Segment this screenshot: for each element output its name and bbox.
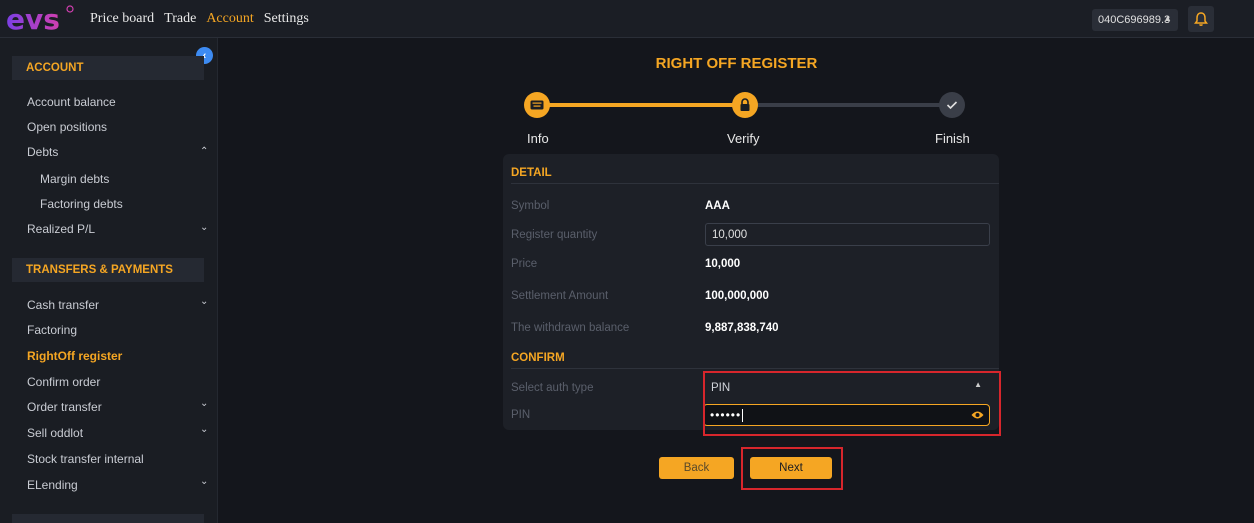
chevron-down-icon[interactable]: ⌄ xyxy=(200,424,208,435)
bell-icon xyxy=(1194,12,1208,26)
nav-settings[interactable]: Settings xyxy=(264,11,309,27)
chevron-down-icon[interactable]: ⌄ xyxy=(200,398,208,409)
sidebar-item-realized-pl[interactable]: Realized P/L xyxy=(27,221,95,237)
step-finish-marker xyxy=(939,92,965,118)
keyboard-icon xyxy=(530,100,544,110)
step-info-label: Info xyxy=(527,131,549,146)
sidebar-item-order-transfer[interactable]: Order transfer xyxy=(27,399,102,415)
settlement-amount-value: 100,000,000 xyxy=(705,290,769,302)
sidebar-item-stock-transfer-internal[interactable]: Stock transfer internal xyxy=(27,451,144,467)
step-verify-label: Verify xyxy=(727,131,760,146)
settlement-amount-label: Settlement Amount xyxy=(511,290,609,302)
sidebar-item-rightoff-register[interactable]: RightOff register xyxy=(27,348,122,364)
nav-trade[interactable]: Trade xyxy=(164,11,196,27)
nav-account[interactable]: Account xyxy=(206,11,253,27)
evs-logo[interactable]: evs xyxy=(4,4,76,34)
sidebar: ‹ ACCOUNT Account balance Open positions… xyxy=(0,38,218,523)
notification-button[interactable] xyxy=(1188,6,1214,32)
section-account: ACCOUNT xyxy=(12,56,204,80)
confirm-header: CONFIRM xyxy=(511,347,999,369)
step-verify-marker xyxy=(732,92,758,118)
sidebar-item-open-positions[interactable]: Open positions xyxy=(27,119,107,135)
section-transfers: TRANSFERS & PAYMENTS xyxy=(12,258,204,282)
account-select[interactable]: 040C696989.3 ▲ xyxy=(1092,9,1178,31)
check-icon xyxy=(946,101,958,110)
top-bar: evs Price board Trade Account Settings 0… xyxy=(0,0,1254,38)
sidebar-item-elending[interactable]: ELending xyxy=(27,477,78,493)
sidebar-item-account-balance[interactable]: Account balance xyxy=(27,94,116,110)
register-quantity-label: Register quantity xyxy=(511,229,598,241)
page-title: RIGHT OFF REGISTER xyxy=(655,55,818,72)
highlight-auth-fields xyxy=(703,371,1001,436)
register-quantity-field[interactable]: 10,000 xyxy=(705,223,990,246)
chevron-up-icon[interactable]: ⌃ xyxy=(200,146,208,157)
main-content: RIGHT OFF REGISTER Info Verify Finish DE… xyxy=(219,38,1254,523)
register-quantity-value: 10,000 xyxy=(712,228,748,241)
sidebar-item-debts[interactable]: Debts xyxy=(27,144,58,160)
step-finish-label: Finish xyxy=(935,131,970,146)
withdrawn-balance-label: The withdrawn balance xyxy=(511,322,630,334)
price-label: Price xyxy=(511,258,538,270)
withdrawn-balance-value: 9,887,838,740 xyxy=(705,322,779,334)
sidebar-item-confirm-order[interactable]: Confirm order xyxy=(27,374,100,390)
sidebar-item-sell-oddlot[interactable]: Sell oddlot xyxy=(27,425,83,441)
stepper-progress-line xyxy=(537,103,745,107)
symbol-value: AAA xyxy=(705,200,730,212)
nav-price-board[interactable]: Price board xyxy=(90,11,154,27)
auth-type-label: Select auth type xyxy=(511,382,594,394)
main-nav: Price board Trade Account Settings xyxy=(90,0,319,38)
chevron-down-icon[interactable]: ⌄ xyxy=(200,296,208,307)
svg-text:evs: evs xyxy=(6,4,60,34)
step-info-marker xyxy=(524,92,550,118)
account-select-value: 040C696989.3 xyxy=(1098,14,1171,26)
sidebar-item-factoring[interactable]: Factoring xyxy=(27,322,77,338)
symbol-label: Symbol xyxy=(511,200,550,212)
next-button[interactable]: Next xyxy=(750,457,832,479)
stepper-remaining-line xyxy=(745,103,953,107)
select-caret-icon: ▲ xyxy=(1163,13,1172,23)
back-button[interactable]: Back xyxy=(659,457,734,479)
detail-header: DETAIL xyxy=(511,162,999,184)
section-historical-partial xyxy=(12,514,204,523)
chevron-down-icon[interactable]: ⌄ xyxy=(200,222,208,233)
sidebar-item-factoring-debts[interactable]: Factoring debts xyxy=(40,196,123,212)
pin-label: PIN xyxy=(511,409,531,421)
lock-icon xyxy=(740,98,750,111)
sidebar-item-margin-debts[interactable]: Margin debts xyxy=(40,171,109,187)
chevron-down-icon[interactable]: ⌄ xyxy=(200,476,208,487)
sidebar-item-cash-transfer[interactable]: Cash transfer xyxy=(27,297,99,313)
price-value: 10,000 xyxy=(705,258,741,270)
